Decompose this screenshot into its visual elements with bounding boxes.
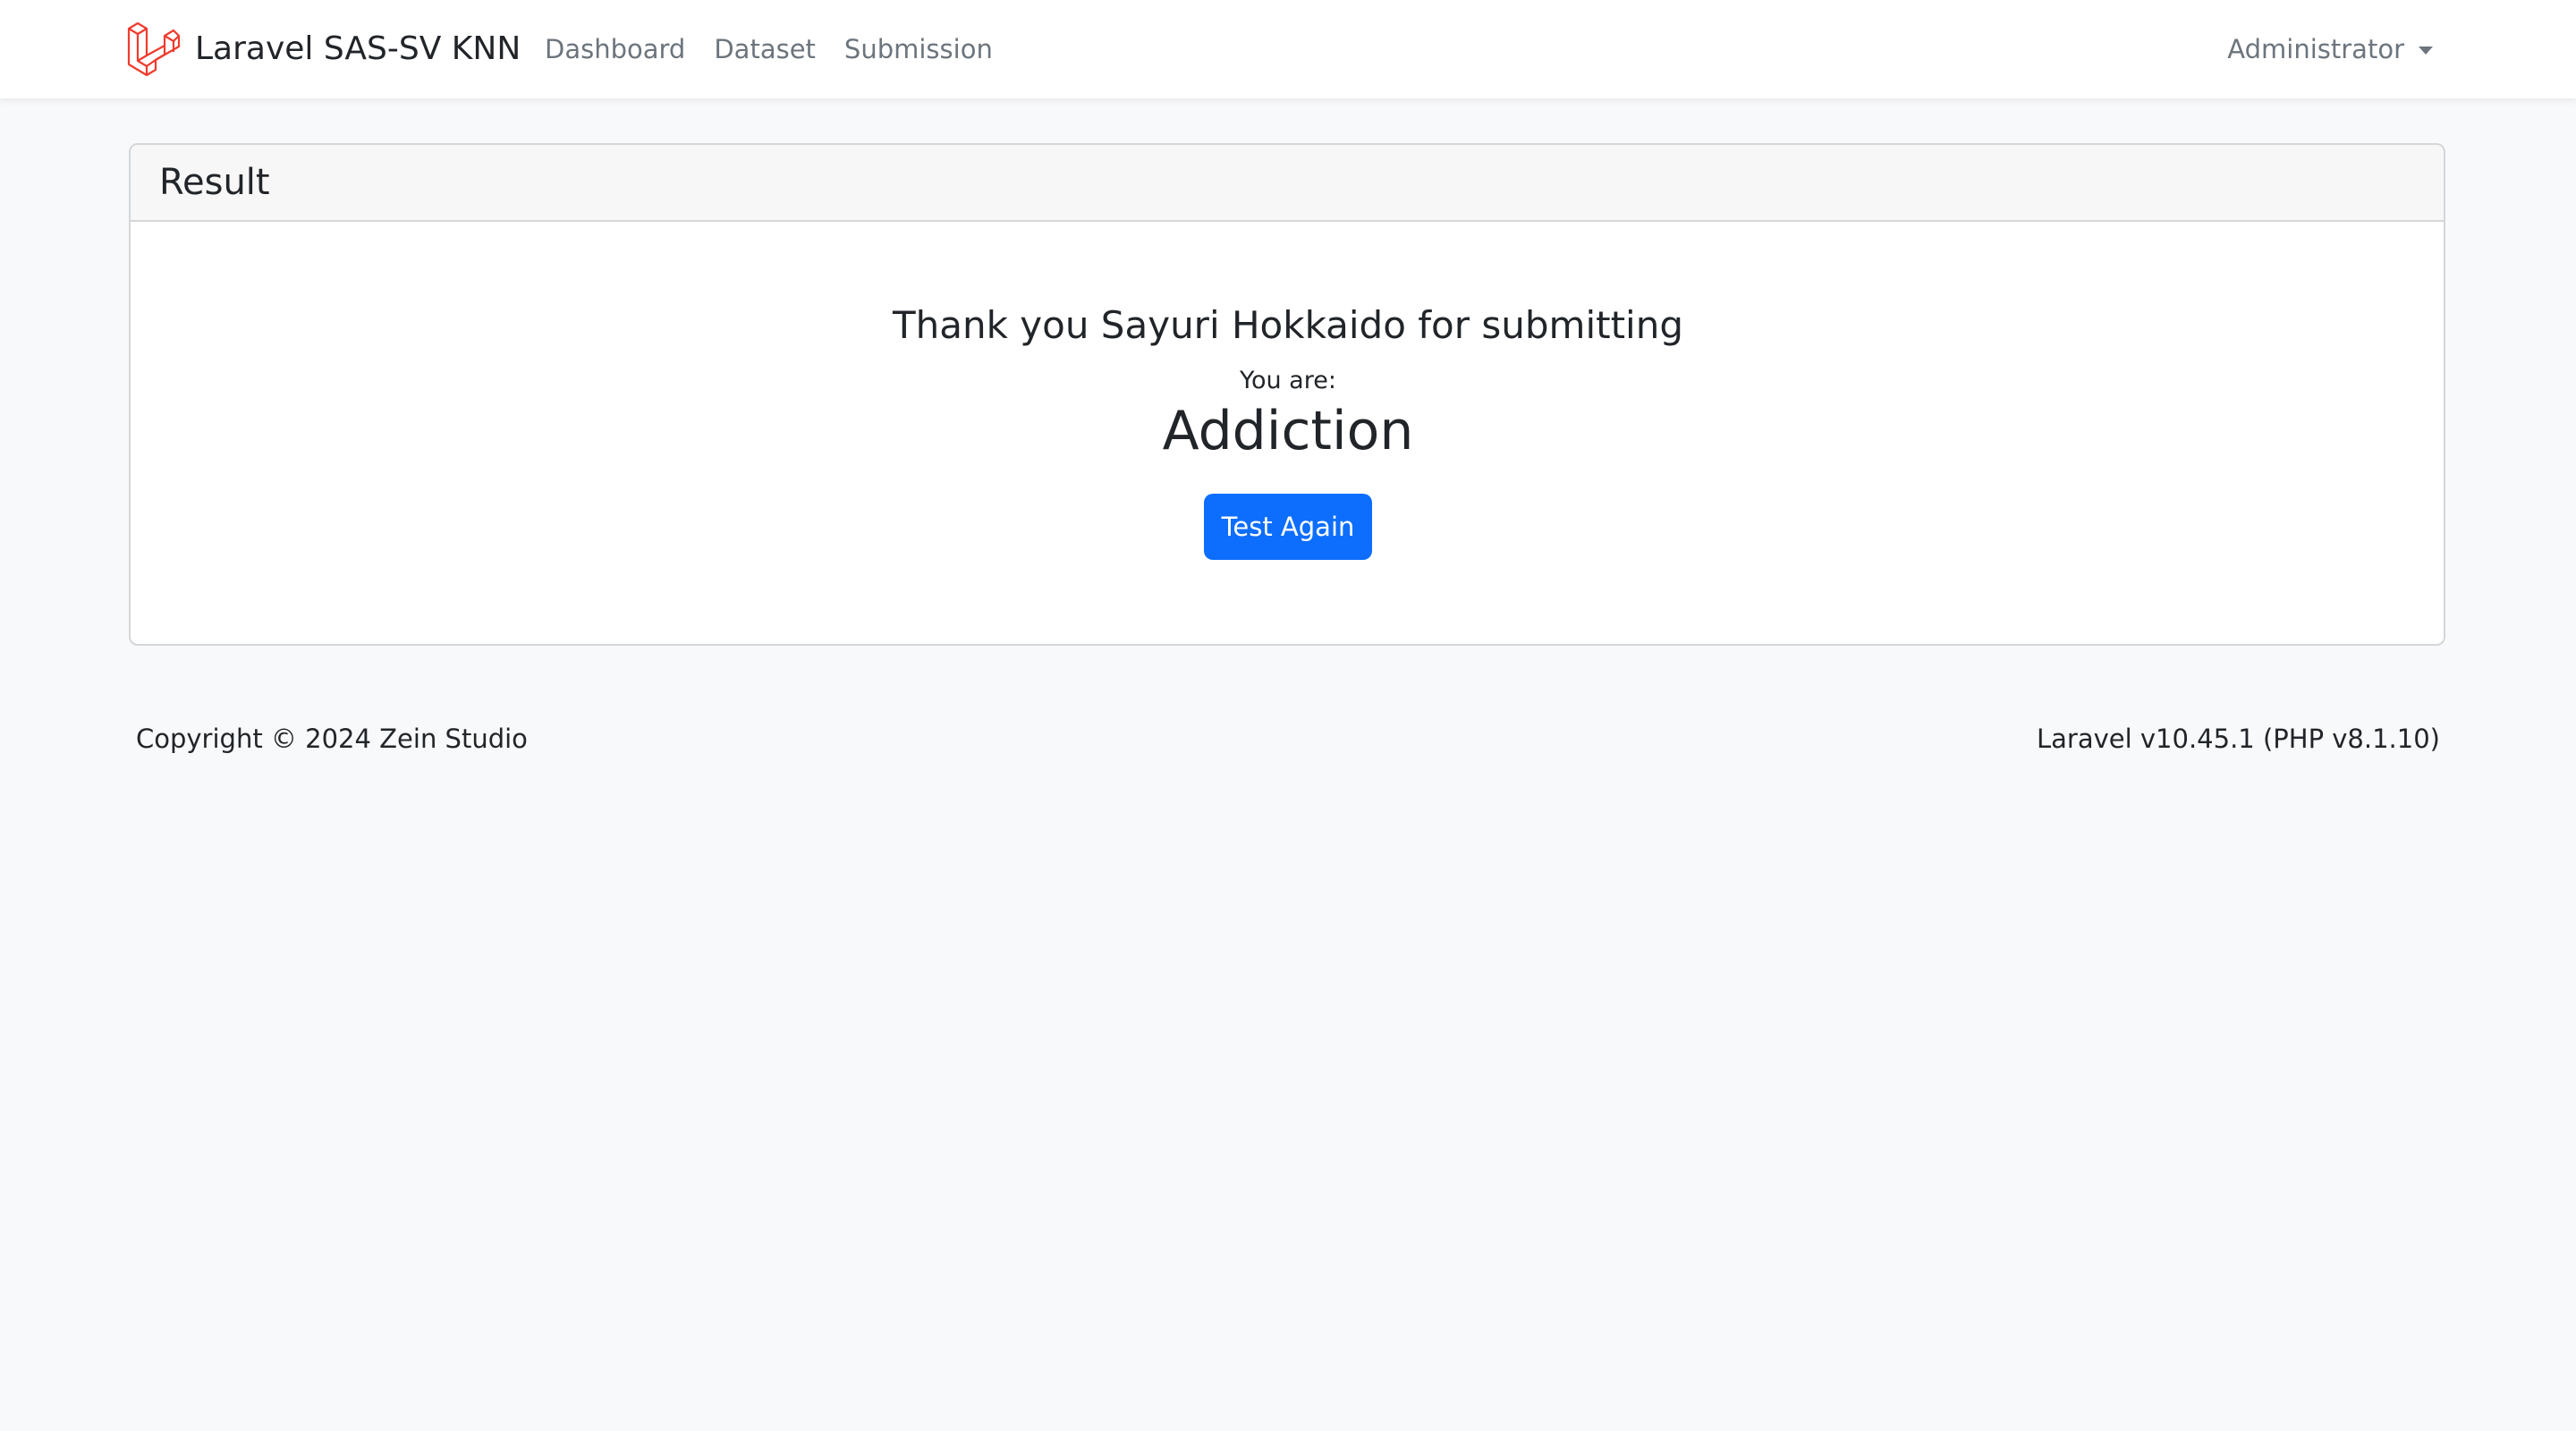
you-are-label: You are:: [1240, 367, 1336, 394]
result-value-wrapper: Addiction: [0, 395, 2576, 467]
copyright-text: Copyright © 2024: [136, 724, 371, 754]
studio-link[interactable]: Zein Studio: [379, 724, 528, 754]
nav-link-dashboard[interactable]: Dashboard: [545, 34, 685, 64]
version-text: Laravel v10.45.1 (PHP v8.1.10): [2036, 724, 2440, 754]
card-header: Result: [131, 145, 2444, 222]
user-dropdown-toggle[interactable]: Administrator: [2227, 0, 2433, 98]
test-again-button[interactable]: Test Again: [1204, 494, 1372, 560]
you-are-label-wrapper: You are:: [0, 365, 2576, 397]
laravel-logo-icon: [127, 21, 181, 77]
footer-version: Laravel v10.45.1 (PHP v8.1.10): [2037, 721, 2440, 757]
nav-link-submission[interactable]: Submission: [844, 34, 993, 64]
thanks-message: Thank you Sayuri Hokkaido for submitting: [892, 303, 1683, 347]
thanks-message-wrapper: Thank you Sayuri Hokkaido for submitting: [0, 301, 2576, 351]
main-nav: Dashboard Dataset Submission: [545, 0, 1021, 98]
footer-copyright: Copyright © 2024 Zein Studio: [136, 721, 528, 757]
brand-link[interactable]: Laravel SAS-SV KNN: [127, 21, 521, 77]
caret-down-icon: [2419, 46, 2433, 55]
top-navbar: Laravel SAS-SV KNN Dashboard Dataset Sub…: [0, 0, 2576, 98]
nav-link-dataset[interactable]: Dataset: [714, 34, 816, 64]
brand-name: Laravel SAS-SV KNN: [195, 30, 521, 67]
user-menu-label: Administrator: [2227, 34, 2404, 64]
card-title: Result: [159, 162, 270, 203]
result-value: Addiction: [1162, 400, 1414, 462]
